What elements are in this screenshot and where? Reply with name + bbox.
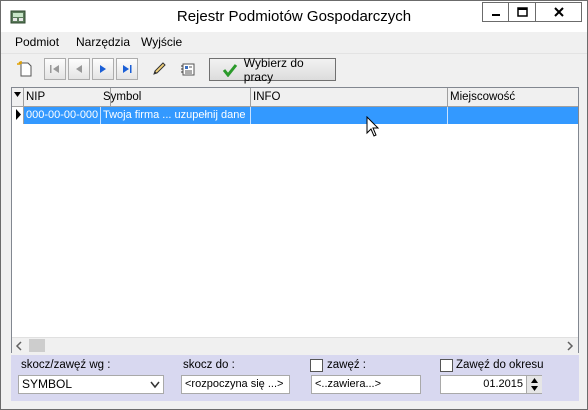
sort-by-label: skocz/zawęź wg : [21,359,111,371]
last-record-button[interactable] [116,58,138,80]
chevron-down-icon [150,381,160,389]
filter-panel: skocz/zawęź wg : SYMBOL skocz do : <rozp… [11,355,579,401]
scroll-thumb[interactable] [29,339,45,352]
record-details-button[interactable] [177,58,199,80]
column-header-info[interactable]: INFO [251,88,448,106]
mouse-cursor-icon [366,116,380,137]
first-record-button[interactable] [44,58,66,80]
table-row[interactable]: 000-00-00-000 Twoja firma ... uzupełnij … [12,107,578,124]
column-header-symbol[interactable]: Symbol [101,88,251,106]
dropdown-arrow-icon [14,92,21,97]
cell-nip[interactable]: 000-00-00-000 [24,107,101,124]
records-grid[interactable]: NIP Symbol INFO Miejscowość 000-00-00-00… [11,87,579,353]
toolbar: Wybierz do pracy [1,53,587,86]
narrow-label: zawęź : [327,359,366,371]
maximize-icon [516,7,528,17]
select-for-work-button[interactable]: Wybierz do pracy [209,55,336,84]
prev-record-button[interactable] [68,58,90,80]
header-menu-cell[interactable] [12,88,24,106]
menu-wyjscie[interactable]: Wyjście [141,35,182,49]
title-bar[interactable]: Rejestr Podmiotów Gospodarczych [1,1,587,33]
sort-by-select[interactable]: SYMBOL [18,375,164,394]
scroll-right-icon[interactable] [566,341,574,351]
cell-symbol[interactable]: Twoja firma ... uzupełnij dane [101,107,251,124]
current-row-arrow-icon [16,109,21,120]
menu-bar: Podmiot Narzędzia Wyjście [1,32,587,52]
card-icon [181,63,195,76]
period-checkbox[interactable] [440,359,453,372]
period-label: Zawęź do okresu [456,359,544,371]
prev-icon [76,65,82,73]
maximize-button[interactable] [509,2,536,22]
minimize-button[interactable] [482,2,509,22]
row-indicator [12,107,24,124]
select-for-work-label: Wybierz do pracy [243,55,304,84]
sort-by-value: SYMBOL [22,377,73,391]
pencil-icon [153,62,166,75]
grid-header: NIP Symbol INFO Miejscowość [12,88,578,107]
scroll-left-icon[interactable] [15,341,23,351]
spinner-arrows-icon [531,378,538,391]
new-record-button[interactable] [14,58,36,80]
period-value: 01.2015 [483,378,523,390]
menu-podmiot[interactable]: Podmiot [15,35,59,49]
cell-city[interactable] [448,107,578,124]
narrow-checkbox[interactable] [310,359,323,372]
column-header-nip[interactable]: NIP [24,88,111,106]
app-window: Rejestr Podmiotów Gospodarczych Podmiot … [0,0,588,410]
close-button[interactable] [536,2,582,22]
edit-record-button[interactable] [148,58,170,80]
jump-to-input[interactable]: <rozpoczyna się ...> [181,375,290,394]
checkmark-icon [222,63,238,77]
minimize-icon [491,14,500,16]
close-icon [553,7,564,17]
next-icon [100,65,106,73]
period-spinner[interactable] [526,376,542,393]
first-icon [50,65,59,73]
jump-to-label: skocz do : [183,359,235,371]
cell-info[interactable] [251,107,448,124]
narrow-input[interactable]: <..zawiera...> [311,375,421,394]
menu-narzedzia[interactable]: Narzędzia [76,35,130,49]
column-header-city[interactable]: Miejscowość [448,88,578,106]
horizontal-scrollbar[interactable] [12,337,578,353]
new-document-icon [17,61,32,77]
next-record-button[interactable] [92,58,114,80]
last-icon [123,65,132,73]
